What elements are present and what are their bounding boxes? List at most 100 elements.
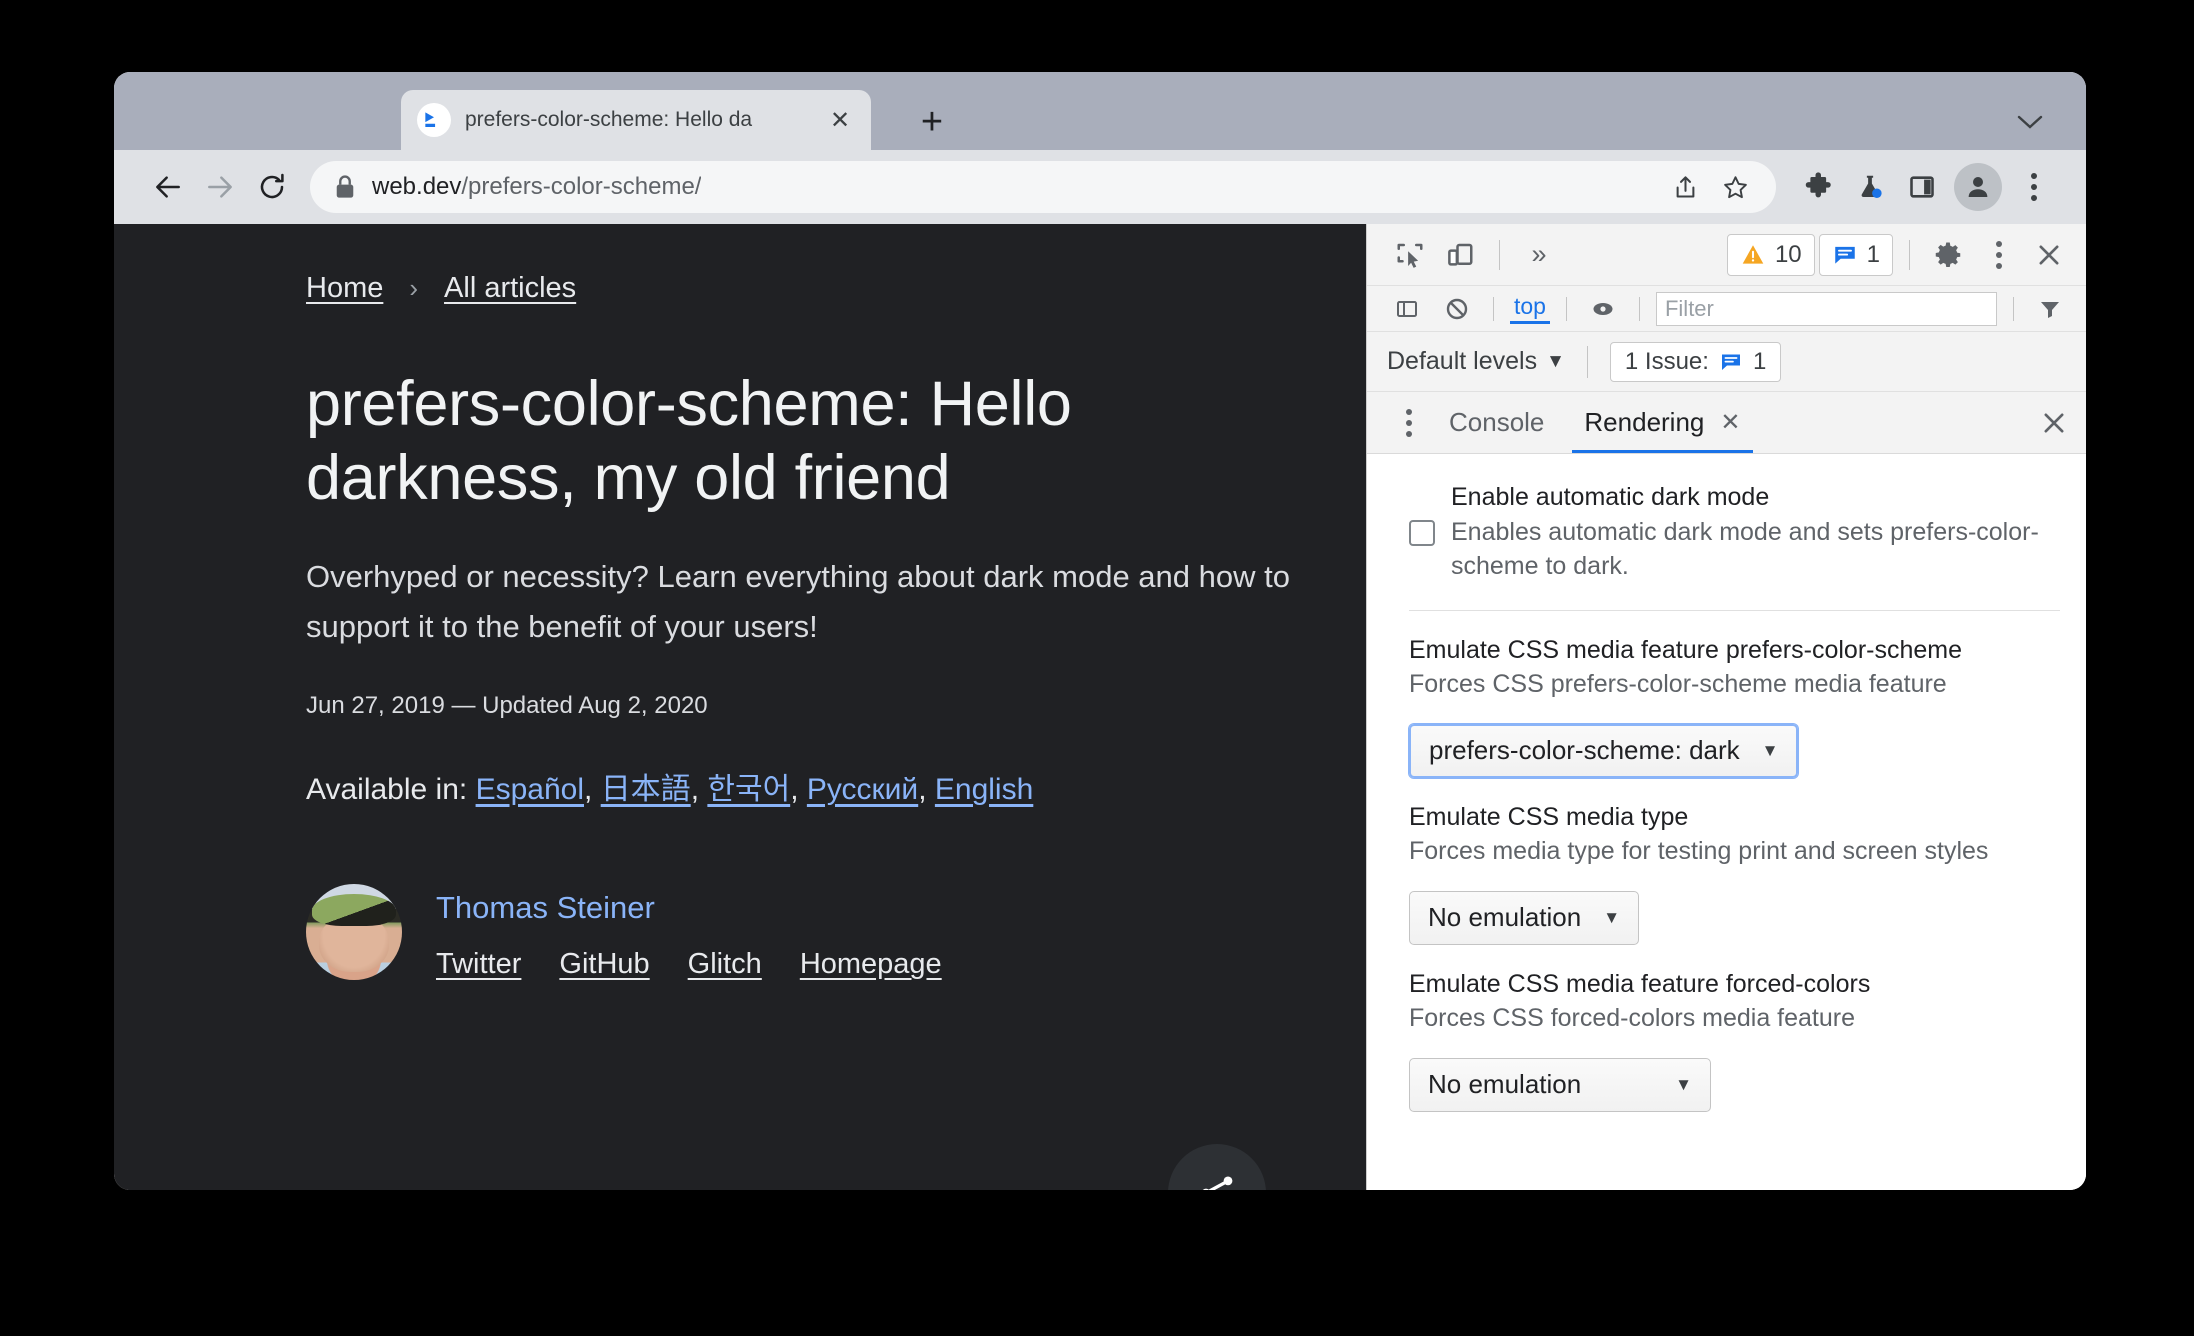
language-link-ru[interactable]: Русский — [807, 773, 918, 806]
console-context-selector[interactable]: top — [1510, 293, 1550, 324]
setting-desc: Enables automatic dark mode and sets pre… — [1451, 517, 2039, 581]
author-info: Thomas Steiner Twitter GitHub Glitch Hom… — [436, 884, 942, 981]
devtools-console-levels-row: Default levels ▼ 1 Issue: 1 — [1367, 332, 2086, 392]
gear-icon[interactable] — [1926, 233, 1972, 277]
breadcrumb-item-home[interactable]: Home — [306, 272, 383, 305]
forward-arrow-icon[interactable] — [194, 161, 246, 213]
article: Home › All articles prefers-color-scheme… — [114, 224, 1366, 981]
browser-window: prefers-color-scheme: Hello da ✕ + web.d… — [114, 72, 2086, 1190]
forced-colors-select[interactable]: No emulation ▼ — [1409, 1057, 1711, 1112]
devtools-console-toolbar: top Filter — [1367, 286, 2086, 332]
setting-title: Emulate CSS media feature forced-colors — [1409, 969, 1871, 998]
devtools-main-toolbar: » 10 1 — [1367, 224, 2086, 286]
three-dot-menu-icon[interactable] — [2008, 161, 2060, 213]
page-subtitle: Overhyped or necessity? Learn everything… — [306, 558, 1290, 644]
console-filter-input[interactable]: Filter — [1655, 291, 1997, 326]
new-tab-button[interactable]: + — [914, 103, 950, 141]
profile-avatar-icon[interactable] — [1954, 163, 2002, 211]
tab-rendering[interactable]: Rendering ✕ — [1564, 392, 1760, 453]
console-issues-label: 1 Issue: — [1624, 347, 1709, 375]
author-link-twitter[interactable]: Twitter — [436, 948, 521, 981]
browser-tab[interactable]: prefers-color-scheme: Hello da ✕ — [401, 90, 871, 150]
address-bar-url: web.dev/prefers-color-scheme/ — [372, 173, 702, 200]
inspect-element-icon[interactable] — [1387, 233, 1433, 277]
more-panels-icon[interactable]: » — [1516, 233, 1562, 277]
chevron-down-icon: ▼ — [1546, 350, 1565, 372]
language-link-ko[interactable]: 한국어 — [707, 773, 790, 806]
reload-icon[interactable] — [246, 161, 298, 213]
chevron-down-icon: ▼ — [1761, 740, 1779, 760]
prefers-color-scheme-select[interactable]: prefers-color-scheme: dark ▼ — [1409, 723, 1799, 778]
language-link-en[interactable]: English — [935, 773, 1033, 806]
puzzle-icon[interactable] — [1792, 161, 1844, 213]
page-title: prefers-color-scheme: Hello darkness, my… — [306, 369, 1072, 514]
clear-console-icon[interactable] — [1437, 291, 1477, 327]
lock-icon — [334, 174, 356, 200]
toolbar-divider — [1909, 239, 1910, 270]
tab-console[interactable]: Console — [1429, 392, 1564, 453]
select-value: prefers-color-scheme: dark — [1429, 735, 1740, 765]
issue-message-icon — [1721, 354, 1740, 370]
web-dev-logo-icon — [417, 103, 451, 137]
toolbar-divider — [1499, 239, 1500, 270]
console-sidebar-icon[interactable] — [1387, 291, 1427, 327]
setting-desc: Forces CSS prefers-color-scheme media fe… — [1409, 670, 1947, 698]
device-toolbar-icon[interactable] — [1437, 233, 1483, 277]
filter-settings-icon[interactable] — [2030, 291, 2070, 327]
share-icon — [1202, 1176, 1233, 1190]
side-panel-icon[interactable] — [1896, 161, 1948, 213]
flask-icon[interactable] — [1844, 161, 1896, 213]
star-icon[interactable] — [1712, 164, 1758, 210]
tab-close-icon[interactable]: ✕ — [825, 105, 855, 135]
setting-media-type: Emulate CSS media type Forces media type… — [1409, 800, 2060, 945]
omnibox-actions — [1662, 164, 1758, 210]
author-name[interactable]: Thomas Steiner — [436, 890, 942, 926]
drawer-close-icon[interactable] — [2040, 409, 2068, 437]
share-icon[interactable] — [1662, 164, 1708, 210]
setting-automatic-dark-mode: Enable automatic dark mode Enables autom… — [1409, 480, 2060, 584]
chevron-right-icon: › — [409, 273, 419, 303]
language-link-es[interactable]: Español — [476, 773, 584, 806]
address-bar[interactable]: web.dev/prefers-color-scheme/ — [310, 161, 1776, 213]
page-date: Jun 27, 2019 — Updated Aug 2, 2020 — [306, 692, 708, 720]
available-in-languages: Available in: Español, 日本語, 한국어, Русский… — [306, 764, 1366, 808]
breadcrumb: Home › All articles — [306, 272, 1366, 305]
author-block: Thomas Steiner Twitter GitHub Glitch Hom… — [306, 884, 1366, 981]
tab-rendering-close-icon[interactable]: ✕ — [1720, 408, 1740, 437]
tab-strip: prefers-color-scheme: Hello da ✕ + — [114, 72, 2086, 191]
drawer-menu-icon[interactable] — [1389, 401, 1429, 445]
author-link-homepage[interactable]: Homepage — [800, 948, 942, 981]
setting-title: Emulate CSS media feature prefers-color-… — [1409, 635, 1963, 664]
console-issues-count: 1 — [1752, 347, 1767, 375]
select-value: No emulation — [1428, 1069, 1582, 1099]
warning-triangle-icon — [1742, 244, 1764, 264]
divider — [1409, 609, 2060, 611]
comma: , — [790, 773, 799, 807]
rendering-settings-panel: Enable automatic dark mode Enables autom… — [1367, 454, 2086, 1190]
automatic-dark-mode-checkbox[interactable] — [1409, 520, 1435, 546]
issues-count: 1 — [1866, 240, 1880, 268]
media-type-select[interactable]: No emulation ▼ — [1409, 890, 1640, 945]
tab-console-label: Console — [1449, 407, 1545, 437]
close-icon[interactable] — [2026, 233, 2072, 277]
console-levels-dropdown[interactable]: Default levels ▼ — [1387, 347, 1565, 376]
back-arrow-icon[interactable] — [142, 161, 194, 213]
tab-rendering-label: Rendering — [1584, 407, 1705, 437]
setting-title: Enable automatic dark mode — [1451, 483, 1770, 511]
issues-count-badge[interactable]: 1 — [1818, 233, 1893, 276]
browser-toolbar: web.dev/prefers-color-scheme/ — [114, 150, 2086, 224]
author-link-github[interactable]: GitHub — [559, 948, 649, 981]
three-dot-menu-icon[interactable] — [1976, 233, 2022, 277]
breadcrumb-item-all-articles[interactable]: All articles — [444, 272, 576, 305]
devtools-drawer-tabs: Console Rendering ✕ — [1367, 392, 2086, 454]
browser-viewport: Home › All articles prefers-color-scheme… — [114, 224, 2086, 1190]
warnings-count-badge[interactable]: 10 — [1726, 233, 1815, 276]
chevron-down-icon: ▼ — [1603, 907, 1621, 927]
share-fab[interactable] — [1168, 1144, 1266, 1190]
language-link-ja[interactable]: 日本語 — [601, 773, 691, 806]
console-issues-badge[interactable]: 1 Issue: 1 — [1609, 341, 1782, 382]
live-expression-icon[interactable] — [1583, 291, 1623, 327]
browser-tab-title: prefers-color-scheme: Hello da — [465, 108, 753, 131]
chevron-down-icon[interactable] — [2010, 104, 2050, 140]
author-link-glitch[interactable]: Glitch — [688, 948, 762, 981]
